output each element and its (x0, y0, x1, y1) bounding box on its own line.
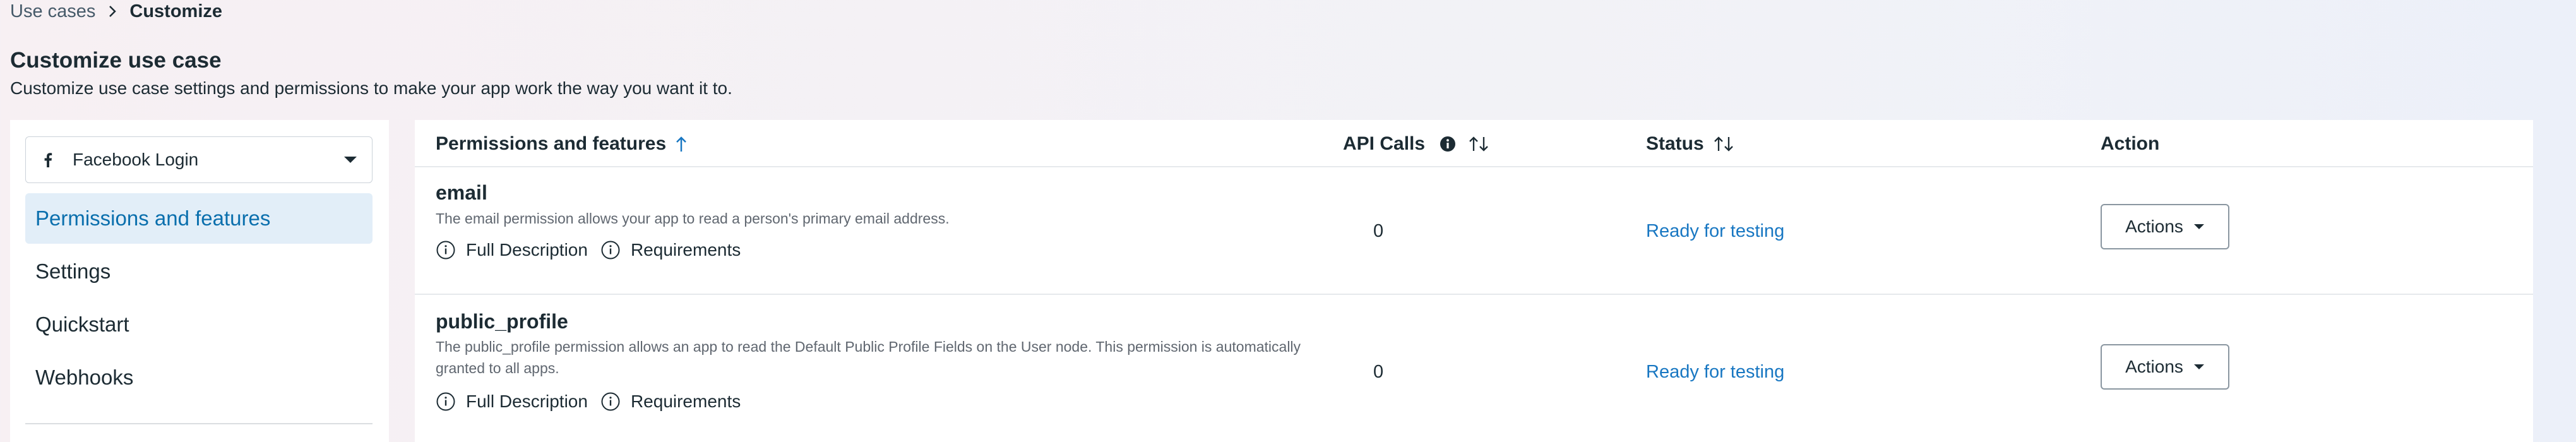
column-header-action: Action (2101, 120, 2159, 167)
requirements-label: Requirements (630, 240, 741, 260)
sidebar-item-permissions-and-features[interactable]: Permissions and features (25, 193, 373, 244)
caret-down-icon (2193, 364, 2205, 370)
page-subtitle: Customize use case settings and permissi… (10, 78, 732, 98)
info-icon[interactable] (1439, 135, 1457, 153)
table-header: Permissions and features API Calls Statu… (415, 120, 2533, 167)
column-header-api-calls-label: API Calls (1343, 133, 1426, 154)
circle-info-icon (436, 391, 456, 412)
full-description-link[interactable]: Full Description (436, 240, 588, 260)
column-header-status-label: Status (1646, 133, 1704, 154)
full-description-label: Full Description (466, 240, 588, 260)
use-case-dropdown-value: Facebook Login (73, 150, 199, 169)
facebook-icon (40, 152, 56, 168)
actions-button-label: Actions (2125, 217, 2183, 236)
permission-links: Full Description Requirements (436, 391, 753, 412)
sidebar-item-settings[interactable]: Settings (25, 246, 373, 297)
arrow-up-icon[interactable] (675, 135, 688, 153)
requirements-link[interactable]: Requirements (600, 391, 741, 412)
page-title: Customize use case (10, 48, 222, 73)
column-header-api-calls[interactable]: API Calls (1343, 120, 1489, 167)
api-calls-count: 0 (1373, 221, 1384, 241)
actions-button-label: Actions (2125, 357, 2183, 376)
permissions-table: Permissions and features API Calls Statu… (415, 120, 2533, 442)
actions-button[interactable]: Actions (2101, 344, 2229, 390)
column-header-status[interactable]: Status (1646, 120, 1734, 167)
column-header-permissions-label: Permissions and features (436, 133, 667, 154)
permission-links: Full Description Requirements (436, 240, 753, 260)
use-case-dropdown[interactable]: Facebook Login (25, 136, 373, 183)
api-calls-count: 0 (1373, 362, 1384, 382)
actions-button[interactable]: Actions (2101, 204, 2229, 249)
breadcrumb: Use cases Customize (10, 0, 222, 23)
table-row: email The email permission allows your a… (415, 169, 2533, 295)
permission-description: The public_profile permission allows an … (436, 338, 1301, 376)
table-row: public_profile The public_profile permis… (415, 296, 2533, 442)
requirements-link[interactable]: Requirements (600, 240, 741, 260)
circle-info-icon (436, 240, 456, 260)
requirements-label: Requirements (630, 391, 741, 411)
permission-name: public_profile (436, 310, 568, 333)
status-link[interactable]: Ready for testing (1646, 362, 1784, 383)
sidebar-item-quickstart[interactable]: Quickstart (25, 299, 373, 350)
status-link[interactable]: Ready for testing (1646, 221, 1784, 242)
circle-info-icon (600, 391, 621, 412)
use-case-nav-panel: Facebook Login Permissions and features … (10, 120, 389, 442)
column-header-permissions[interactable]: Permissions and features (436, 120, 688, 167)
permission-description: The email permission allows your app to … (436, 210, 950, 227)
breadcrumb-use-cases-link[interactable]: Use cases (10, 1, 95, 22)
breadcrumb-current: Customize (129, 1, 223, 21)
chevron-right-icon (107, 4, 118, 19)
full-description-link[interactable]: Full Description (436, 391, 588, 412)
caret-down-icon (2193, 224, 2205, 230)
sidebar-item-webhooks[interactable]: Webhooks (25, 352, 373, 403)
sort-arrows-icon[interactable] (1468, 135, 1489, 153)
full-description-label: Full Description (466, 391, 588, 411)
divider (25, 423, 373, 424)
sort-arrows-icon[interactable] (1713, 135, 1734, 153)
caret-down-icon (343, 155, 358, 164)
permission-name: email (436, 181, 487, 204)
column-header-action-label: Action (2101, 133, 2160, 154)
circle-info-icon (600, 240, 621, 260)
